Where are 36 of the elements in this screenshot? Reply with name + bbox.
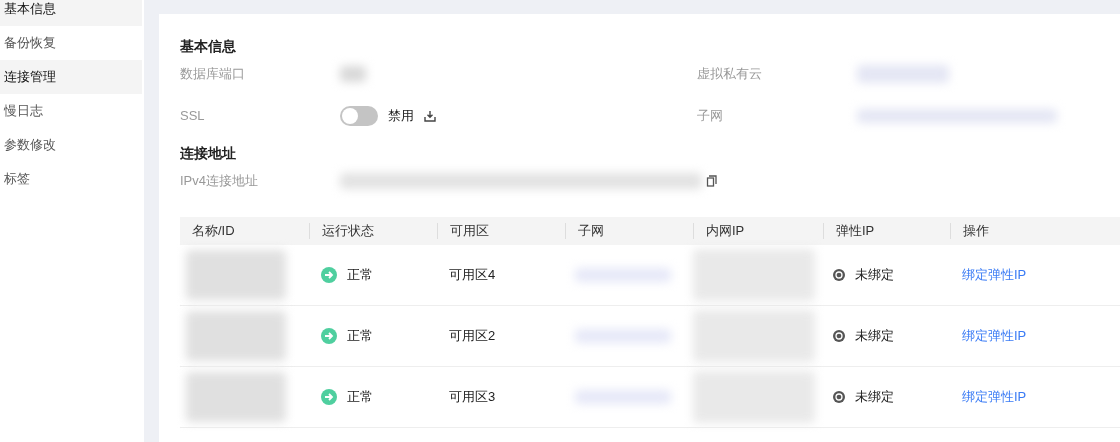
column-header: 内网IP [706, 222, 745, 241]
ssl-status-text: 禁用 [388, 107, 414, 126]
status-text: 正常 [347, 266, 373, 285]
field-label: 数据库端口 [180, 65, 246, 84]
eip-status-text: 未绑定 [855, 327, 894, 346]
copy-icon[interactable] [706, 175, 718, 187]
status-text: 正常 [347, 388, 373, 407]
zone-text: 可用区2 [449, 327, 496, 346]
field-label: 子网 [697, 107, 724, 126]
unbound-icon [833, 269, 845, 281]
column-header: 弹性IP [836, 222, 875, 241]
unbound-icon [833, 391, 845, 403]
field-label: IPv4连接地址 [180, 172, 259, 191]
column-header: 可用区 [450, 222, 489, 241]
section-title: 基本信息 [180, 37, 237, 56]
field-label: 虚拟私有云 [697, 65, 763, 84]
bind-eip-link[interactable]: 绑定弹性IP [962, 387, 1027, 407]
section-title: 连接地址 [180, 144, 237, 163]
column-header: 操作 [963, 222, 989, 241]
download-icon[interactable] [424, 110, 436, 122]
zone-text: 可用区4 [449, 266, 496, 285]
redacted-value [340, 66, 366, 82]
bind-eip-link[interactable]: 绑定弹性IP [962, 265, 1027, 285]
unbound-icon [833, 330, 845, 342]
column-header: 子网 [578, 222, 604, 241]
sidebar-item[interactable]: 基本信息 [0, 0, 142, 26]
status-text: 正常 [347, 327, 373, 346]
ssl-toggle[interactable] [340, 106, 378, 126]
field-label: SSL [180, 107, 206, 126]
eip-status-text: 未绑定 [855, 266, 894, 285]
sidebar-item[interactable]: 连接管理 [0, 60, 142, 94]
eip-status-text: 未绑定 [855, 388, 894, 407]
bind-eip-link[interactable]: 绑定弹性IP [962, 326, 1027, 346]
column-header: 名称/ID [192, 222, 235, 241]
column-header: 运行状态 [322, 222, 374, 241]
zone-text: 可用区3 [449, 388, 496, 407]
